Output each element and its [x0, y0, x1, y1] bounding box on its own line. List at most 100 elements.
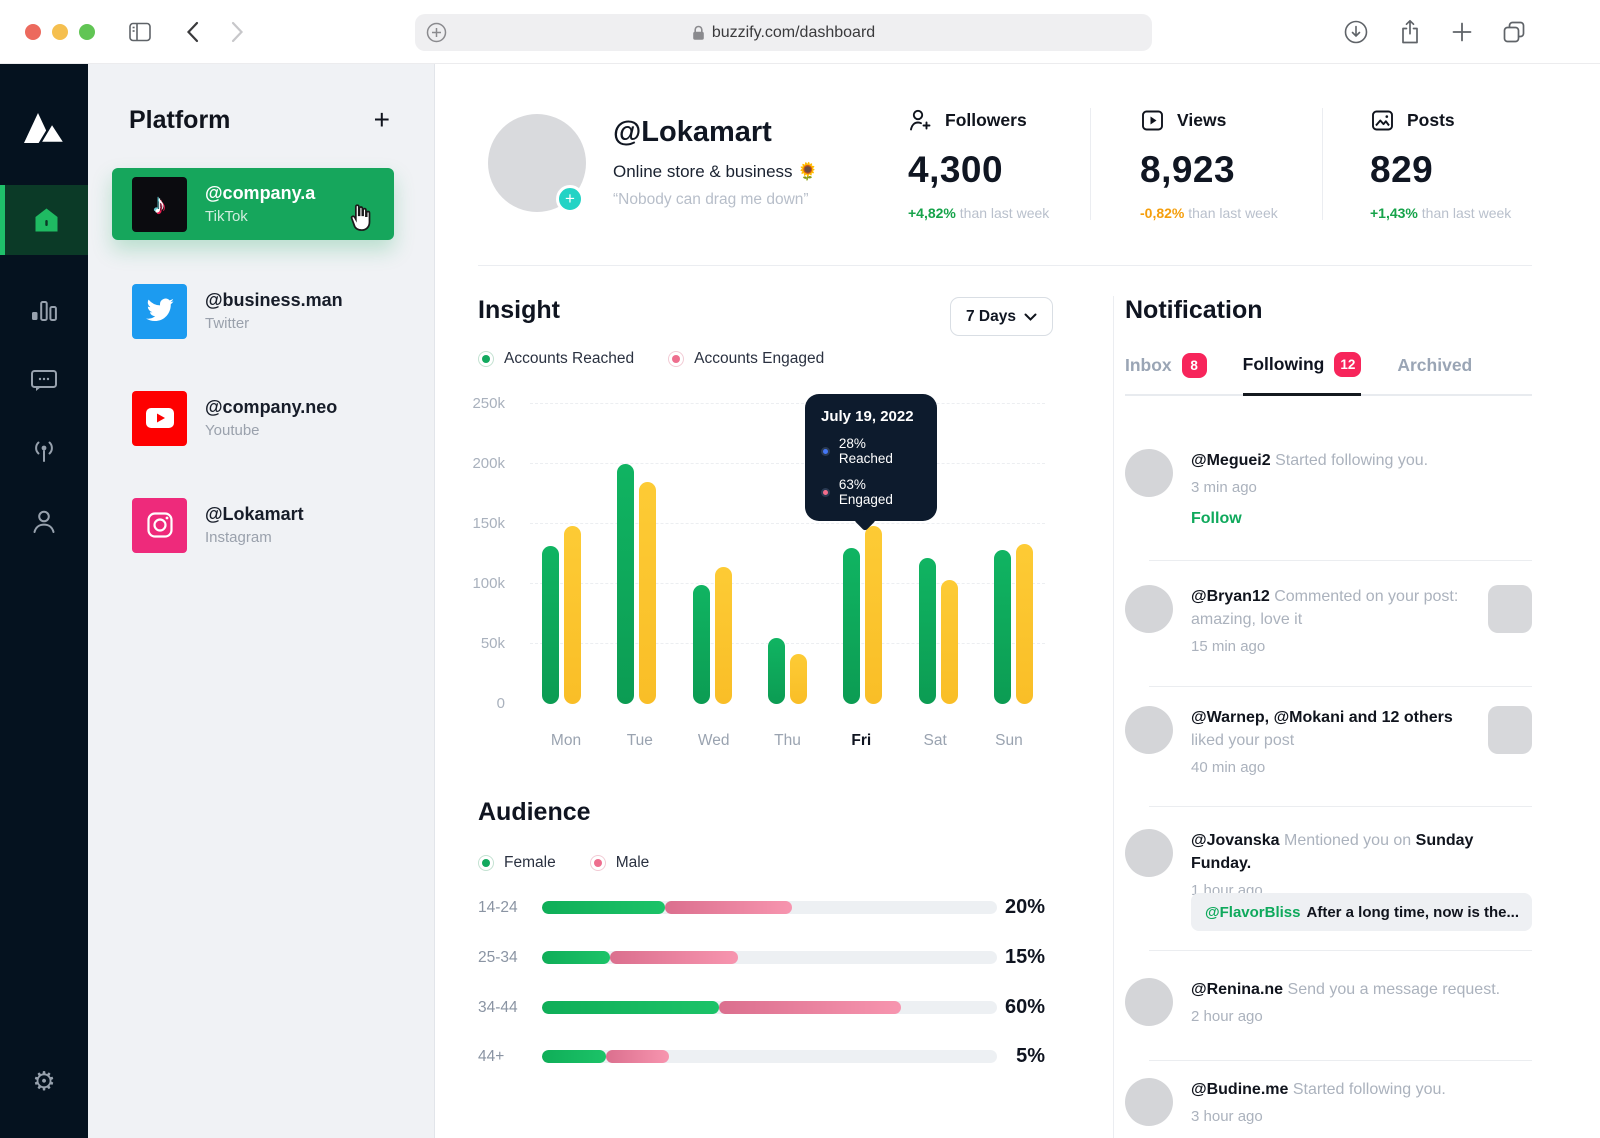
tab-label: Following: [1243, 354, 1325, 375]
bar-reached[interactable]: [994, 550, 1011, 704]
bar-group-Tue[interactable]: [617, 464, 656, 704]
legend-dot-green: [478, 351, 494, 367]
page-options-icon[interactable]: [425, 21, 448, 44]
bar-engaged[interactable]: [564, 526, 581, 704]
bar-group-Fri[interactable]: [843, 526, 882, 704]
audience-share: 60%: [1005, 996, 1045, 1019]
notification-item[interactable]: @Bryan12 Commented on your post: amazing…: [1125, 585, 1532, 655]
add-platform-button[interactable]: +: [374, 106, 390, 134]
new-tab-icon[interactable]: [1446, 16, 1478, 48]
sidebar-item-analytics[interactable]: [0, 276, 88, 346]
notif-user[interactable]: @Warnep, @Mokani and 12 others: [1191, 709, 1453, 726]
bar-reached[interactable]: [919, 558, 936, 704]
notification-item[interactable]: @Warnep, @Mokani and 12 others liked you…: [1125, 706, 1532, 776]
share-icon[interactable]: [1394, 16, 1426, 48]
url-text: buzzify.com/dashboard: [712, 24, 875, 42]
bar-reached[interactable]: [768, 638, 785, 704]
sidebar-item-home[interactable]: [0, 185, 88, 255]
user-plus-icon: [908, 108, 933, 133]
notification-item[interactable]: @Renina.ne Send you a message request. 2…: [1125, 978, 1532, 1026]
day-label: Wed: [684, 732, 744, 750]
legend-label: Accounts Reached: [504, 350, 634, 368]
day-label: Tue: [610, 732, 670, 750]
add-story-button[interactable]: +: [556, 185, 584, 213]
comment-user[interactable]: @FlavorBliss: [1205, 904, 1301, 921]
platform-item-tiktok[interactable]: ♪ @company.a TikTok: [112, 168, 394, 240]
image-icon: [1370, 108, 1395, 133]
platform-item-instagram[interactable]: @Lokamart Instagram: [112, 489, 394, 561]
post-thumbnail[interactable]: [1488, 706, 1532, 754]
y-tick: 250k: [472, 395, 505, 412]
notification-item[interactable]: @Meguei2 Started following you. 3 min ag…: [1125, 449, 1532, 528]
dashboard-app: ⚙ Platform + ♪ @company.a TikTok: [0, 64, 1600, 1138]
bar-reached[interactable]: [617, 464, 634, 704]
bar-group-Thu[interactable]: [768, 638, 807, 704]
platform-network: Twitter: [205, 315, 343, 332]
download-icon[interactable]: [1340, 16, 1372, 48]
tab-label: Archived: [1397, 355, 1472, 376]
platform-handle: @company.a: [205, 183, 315, 204]
bar-engaged[interactable]: [1016, 544, 1033, 704]
range-selector[interactable]: 7 Days: [950, 297, 1053, 336]
notif-time: 40 min ago: [1191, 759, 1470, 776]
minimize-window-button[interactable]: [52, 24, 68, 40]
age-group-label: 14-24: [478, 899, 542, 917]
stat-value: 829: [1370, 149, 1580, 191]
platform-item-youtube[interactable]: @company.neo Youtube: [112, 382, 394, 454]
notification-tabs: Inbox 8 Following 12 Archived: [1125, 352, 1532, 396]
forward-icon[interactable]: [221, 16, 253, 48]
profile-bio: Online store & business 🌻: [613, 162, 818, 182]
stat-views: Views 8,923 -0,82% than last week: [1140, 108, 1350, 221]
bar-chart-icon: [29, 297, 59, 325]
bar-group-Wed[interactable]: [693, 567, 732, 704]
tab-inbox[interactable]: Inbox 8: [1125, 352, 1207, 394]
pink-dot-icon: [821, 488, 830, 497]
insight-legend: Accounts Reached Accounts Engaged: [478, 350, 824, 368]
bar-group-Sat[interactable]: [919, 558, 958, 704]
bar-reached[interactable]: [843, 548, 860, 704]
audience-row: 34-44 60%: [478, 996, 1045, 1019]
notification-item[interactable]: @Budine.me Started following you. 3 hour…: [1125, 1078, 1532, 1126]
back-icon[interactable]: [176, 16, 208, 48]
post-thumbnail[interactable]: [1488, 585, 1532, 633]
notification-item[interactable]: @Jovanska Mentioned you on Sunday Funday…: [1125, 829, 1532, 899]
notif-user[interactable]: @Budine.me: [1191, 1081, 1288, 1098]
comment-preview[interactable]: @FlavorBliss After a long time, now is t…: [1191, 893, 1532, 931]
bar-engaged[interactable]: [639, 482, 656, 704]
sidebar-toggle-icon[interactable]: [124, 16, 156, 48]
notif-user[interactable]: @Renina.ne: [1191, 981, 1283, 998]
notif-user[interactable]: @Meguei2: [1191, 452, 1271, 469]
settings-button[interactable]: ⚙: [0, 1046, 88, 1116]
sidebar-item-profile[interactable]: [0, 486, 88, 556]
audience-title: Audience: [478, 798, 591, 827]
tab-following[interactable]: Following 12: [1243, 352, 1362, 396]
address-bar[interactable]: buzzify.com/dashboard: [415, 14, 1152, 51]
sidebar-item-broadcast[interactable]: [0, 416, 88, 486]
lock-icon: [692, 25, 705, 41]
tab-archived[interactable]: Archived: [1397, 352, 1472, 394]
platform-network: Instagram: [205, 529, 304, 546]
notif-user[interactable]: @Jovanska: [1191, 832, 1280, 849]
bar-reached[interactable]: [693, 585, 710, 704]
profile-handle: @Lokamart: [613, 116, 772, 149]
sidebar-item-messages[interactable]: [0, 346, 88, 416]
bar-reached[interactable]: [542, 546, 559, 704]
bar-engaged[interactable]: [715, 567, 732, 704]
tabs-overview-icon[interactable]: [1498, 16, 1530, 48]
bar-group-Sun[interactable]: [994, 544, 1033, 704]
legend-male: Male: [590, 854, 650, 872]
close-window-button[interactable]: [25, 24, 41, 40]
y-tick: 200k: [472, 455, 505, 472]
notif-user[interactable]: @Bryan12: [1191, 588, 1270, 605]
bar-engaged[interactable]: [790, 654, 807, 704]
platform-handle: @company.neo: [205, 397, 337, 418]
brand-logo-icon[interactable]: [22, 110, 66, 146]
bar-engaged[interactable]: [941, 580, 958, 704]
follow-button[interactable]: Follow: [1191, 510, 1242, 528]
divider: [1113, 296, 1114, 1138]
zoom-window-button[interactable]: [79, 24, 95, 40]
bar-engaged[interactable]: [865, 526, 882, 704]
divider: [1149, 1060, 1532, 1061]
platform-item-twitter[interactable]: @business.man Twitter: [112, 275, 394, 347]
bar-group-Mon[interactable]: [542, 526, 581, 704]
